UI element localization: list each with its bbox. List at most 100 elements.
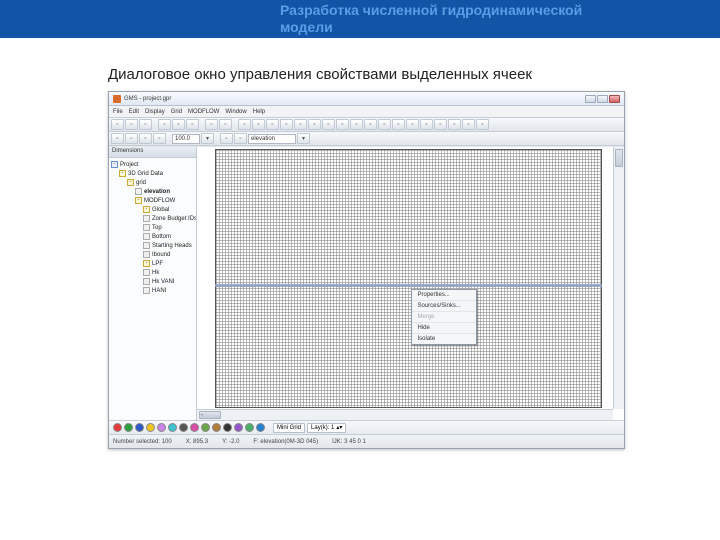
copy-button[interactable]: ▫ — [172, 119, 185, 130]
tool-button[interactable]: ▫ — [448, 119, 461, 130]
color-swatch[interactable] — [201, 423, 210, 432]
tree-item[interactable]: LPF — [143, 259, 194, 268]
tree-item[interactable]: Hk VANI — [143, 277, 194, 286]
tree-item[interactable]: Hk — [143, 268, 194, 277]
tree-item[interactable]: Bottom — [143, 232, 194, 241]
tree-item[interactable]: Ibound — [143, 250, 194, 259]
zoom-dropdown[interactable]: ▾ — [201, 133, 214, 144]
color-swatch[interactable] — [168, 423, 177, 432]
window-titlebar[interactable]: GMS - project.gpr — [109, 92, 624, 106]
tree-item[interactable]: Zone Budget IDs — [143, 214, 194, 223]
color-swatch[interactable] — [113, 423, 122, 432]
cut-button[interactable]: ▫ — [158, 119, 171, 130]
undo-button[interactable]: ▫ — [205, 119, 218, 130]
tool-button[interactable]: ▫ — [462, 119, 475, 130]
tool-button[interactable]: ▫ — [434, 119, 447, 130]
menu-grid[interactable]: Grid — [171, 109, 182, 115]
color-swatch[interactable] — [179, 423, 188, 432]
tool-button[interactable]: ▫ — [252, 119, 265, 130]
status-x: X: 895.3 — [186, 439, 208, 445]
tool-button[interactable]: ▫ — [392, 119, 405, 130]
tree-item[interactable]: HANI — [143, 286, 194, 295]
tool-button[interactable]: ▫ — [308, 119, 321, 130]
layer-chip[interactable]: Lay(k): 1▴▾ — [307, 423, 346, 433]
tool-button[interactable]: ▫ — [125, 133, 138, 144]
status-bar: Number selected: 100 X: 895.3 Y: -2.0 F:… — [109, 434, 624, 448]
color-swatch[interactable] — [157, 423, 166, 432]
tool-button[interactable]: ▫ — [350, 119, 363, 130]
tree-item[interactable]: Top — [143, 223, 194, 232]
field-dropdown[interactable]: ▾ — [297, 133, 310, 144]
menu-window[interactable]: Window — [225, 109, 246, 115]
status-ijk: IJK: 3 45 0 1 — [332, 439, 366, 445]
menu-help[interactable]: Help — [253, 109, 265, 115]
tree-item[interactable]: elevation — [135, 187, 194, 196]
tool-button[interactable]: ▫ — [220, 133, 233, 144]
axis-indicator-icon: ⌐ — [201, 412, 204, 418]
tool-button[interactable]: ▫ — [280, 119, 293, 130]
field-selector[interactable]: elevation — [248, 134, 296, 144]
tree-root[interactable]: Project — [111, 160, 194, 169]
tool-button[interactable]: ▫ — [378, 119, 391, 130]
color-swatch[interactable] — [146, 423, 155, 432]
menu-file[interactable]: File — [113, 109, 123, 115]
ctx-sources-sinks[interactable]: Sources/Sinks... — [412, 301, 476, 312]
tree-item[interactable]: Starting Heads — [143, 241, 194, 250]
ctx-properties[interactable]: Properties... — [412, 290, 476, 301]
horizontal-scrollbar[interactable] — [197, 409, 613, 420]
tool-button[interactable]: ▫ — [139, 133, 152, 144]
tool-button[interactable]: ▫ — [266, 119, 279, 130]
new-button[interactable]: ▫ — [111, 119, 124, 130]
color-swatch[interactable] — [256, 423, 265, 432]
tool-button[interactable]: ▫ — [476, 119, 489, 130]
color-swatch[interactable] — [245, 423, 254, 432]
save-button[interactable]: ▫ — [139, 119, 152, 130]
tree-item[interactable]: 3D Grid Data — [119, 169, 194, 178]
close-button[interactable] — [609, 95, 620, 103]
toolbar-row-2: ▫ ▫ ▫ ▫ 100.0 ▾ ▫ ▫ elevation ▾ — [109, 132, 624, 146]
footer-tools: Mini Grid Lay(k): 1▴▾ — [109, 420, 624, 434]
selected-cells[interactable] — [215, 284, 602, 287]
context-menu: Properties... Sources/Sinks... Merge Hid… — [411, 289, 477, 345]
status-y: Y: -2.0 — [222, 439, 239, 445]
scroll-thumb[interactable] — [615, 149, 623, 167]
header-line1: Разработка численной гидродинамической — [280, 2, 582, 18]
open-button[interactable]: ▫ — [125, 119, 138, 130]
paste-button[interactable]: ▫ — [186, 119, 199, 130]
tool-button[interactable]: ▫ — [406, 119, 419, 130]
tree-item[interactable]: grid — [127, 178, 194, 187]
tool-button[interactable]: ▫ — [234, 133, 247, 144]
menu-display[interactable]: Display — [145, 109, 165, 115]
menu-modflow[interactable]: MODFLOW — [188, 109, 219, 115]
minimize-button[interactable] — [585, 95, 596, 103]
ctx-isolate[interactable]: Isolate — [412, 334, 476, 344]
color-swatch[interactable] — [223, 423, 232, 432]
tool-button[interactable]: ▫ — [336, 119, 349, 130]
redo-button[interactable]: ▫ — [219, 119, 232, 130]
color-swatch[interactable] — [190, 423, 199, 432]
sidebar-title: Dimensions — [109, 147, 196, 158]
color-swatch[interactable] — [212, 423, 221, 432]
tool-button[interactable]: ▫ — [111, 133, 124, 144]
color-swatch[interactable] — [234, 423, 243, 432]
vertical-scrollbar[interactable] — [613, 147, 624, 409]
ctx-hide[interactable]: Hide — [412, 323, 476, 334]
color-tools — [113, 423, 265, 432]
tool-button[interactable]: ▫ — [364, 119, 377, 130]
model-grid[interactable] — [215, 149, 602, 408]
tool-button[interactable]: ▫ — [153, 133, 166, 144]
menu-edit[interactable]: Edit — [129, 109, 139, 115]
zoom-input[interactable]: 100.0 — [172, 134, 200, 144]
tool-button[interactable]: ▫ — [294, 119, 307, 130]
tree-item[interactable]: MODFLOW — [135, 196, 194, 205]
tool-button[interactable]: ▫ — [238, 119, 251, 130]
maximize-button[interactable] — [597, 95, 608, 103]
tool-button[interactable]: ▫ — [322, 119, 335, 130]
tree-item[interactable]: Global — [143, 205, 194, 214]
tool-button[interactable]: ▫ — [420, 119, 433, 130]
mini-grid-chip[interactable]: Mini Grid — [273, 423, 305, 433]
project-tree[interactable]: Project 3D Grid Data grid elevation MODF… — [109, 158, 196, 420]
color-swatch[interactable] — [124, 423, 133, 432]
color-swatch[interactable] — [135, 423, 144, 432]
grid-canvas[interactable]: Properties... Sources/Sinks... Merge Hid… — [197, 147, 624, 420]
